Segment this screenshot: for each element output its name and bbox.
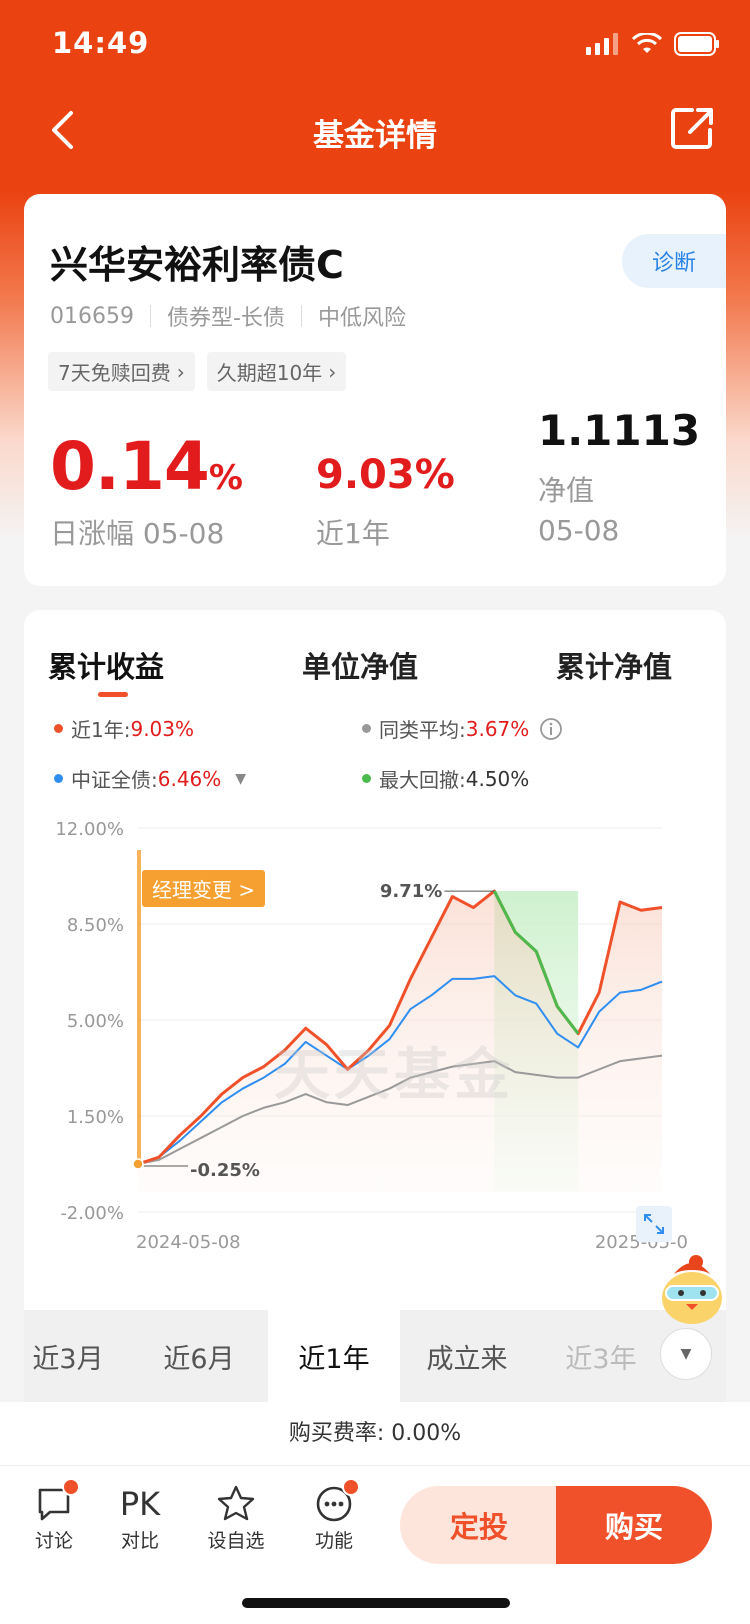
wifi-icon bbox=[632, 33, 662, 53]
fund-name: 兴华安裕利率债C bbox=[50, 243, 344, 287]
nav-bar: 基金详情 bbox=[0, 90, 750, 180]
y-tick-label: 12.00% bbox=[55, 820, 124, 840]
discuss-label: 讨论 bbox=[34, 1530, 73, 1552]
caret-down-icon: ▼ bbox=[235, 770, 247, 787]
compare-label: 对比 bbox=[120, 1530, 159, 1552]
fund-info-card: 兴华安裕利率债C 诊断 016659 债券型-长债 中低风险 7天免赎回费 › 久… bbox=[24, 194, 726, 586]
manager-change-button[interactable]: 经理变更 > bbox=[142, 870, 266, 907]
chevron-right-icon: › bbox=[176, 359, 185, 384]
start-value-label: -0.25% bbox=[190, 1160, 260, 1181]
range-selector: 近3月 近6月 近1年 成立来 近3年 bbox=[24, 1310, 726, 1402]
watchlist-label: 设自选 bbox=[207, 1530, 265, 1552]
tab-unit-nav[interactable]: 单位净值 bbox=[302, 644, 418, 686]
x-tick-label: 2024-05-08 bbox=[136, 1232, 241, 1253]
legend-value: 9.03% bbox=[130, 716, 195, 741]
purchase-fee: 购买费率: 0.00% bbox=[0, 1402, 750, 1466]
y-tick-label: 5.00% bbox=[67, 1011, 124, 1032]
tag-duration[interactable]: 久期超10年 › bbox=[206, 352, 347, 391]
auto-invest-button[interactable]: 定投 bbox=[400, 1486, 558, 1564]
signal-icon bbox=[586, 33, 618, 55]
y-tick-label: 1.50% bbox=[67, 1107, 124, 1128]
discuss-button[interactable]: 讨论 bbox=[14, 1478, 94, 1553]
system-icons bbox=[586, 32, 720, 56]
legend-dot bbox=[54, 724, 63, 733]
status-time: 14:49 bbox=[52, 26, 150, 60]
fullscreen-button[interactable] bbox=[636, 1206, 672, 1242]
nav-value: 1.1113 bbox=[538, 406, 701, 455]
legend-year: 近1年: 9.03% bbox=[54, 714, 194, 743]
fund-code: 016659 bbox=[50, 303, 134, 329]
y-tick-label: 8.50% bbox=[67, 915, 124, 936]
info-icon[interactable] bbox=[539, 717, 563, 741]
legend-dot bbox=[54, 774, 63, 783]
legend-label: 同类平均: bbox=[379, 718, 466, 742]
watermark: 天天基金 bbox=[274, 1042, 514, 1108]
tag-redemption-fee[interactable]: 7天免赎回费 › bbox=[48, 352, 195, 391]
legend-value: 3.67% bbox=[465, 716, 530, 741]
year-return-value: 9.03% bbox=[316, 452, 455, 498]
legend-dot bbox=[362, 724, 371, 733]
legend-max-drawdown: 最大回撤: 4.50% bbox=[362, 764, 529, 793]
legend-value: 4.50% bbox=[465, 766, 530, 791]
range-since-inception[interactable]: 成立来 bbox=[402, 1310, 532, 1402]
functions-button[interactable]: 功能 bbox=[294, 1478, 374, 1553]
legend-peer-average: 同类平均: 3.67% bbox=[362, 714, 563, 743]
share-button[interactable] bbox=[668, 104, 716, 152]
share-icon bbox=[671, 108, 713, 149]
tab-cumulative-return[interactable]: 累计收益 bbox=[48, 644, 164, 686]
tag-label: 久期超10年 bbox=[216, 361, 323, 385]
buy-button[interactable]: 购买 bbox=[556, 1486, 712, 1564]
tab-cumulative-nav[interactable]: 累计净值 bbox=[556, 644, 672, 686]
functions-label: 功能 bbox=[314, 1530, 353, 1552]
daily-change-label: 日涨幅 05-08 bbox=[50, 517, 225, 550]
notification-badge bbox=[342, 1478, 360, 1496]
legend-label: 中证全债: bbox=[71, 768, 158, 792]
compare-button[interactable]: PK 对比 bbox=[100, 1482, 180, 1553]
divider bbox=[149, 305, 151, 327]
home-indicator bbox=[242, 1598, 510, 1608]
chevron-right-icon: › bbox=[328, 359, 337, 384]
fund-category: 债券型-长债 bbox=[166, 306, 285, 331]
legend-label: 最大回撤: bbox=[379, 768, 466, 792]
daily-change-unit: % bbox=[208, 458, 243, 498]
daily-change-value: 0.14% bbox=[50, 428, 243, 505]
peak-value-label: 9.71% bbox=[380, 881, 442, 902]
caret-down-icon: ▼ bbox=[680, 1346, 692, 1362]
tag-label: 7天免赎回费 bbox=[58, 361, 171, 385]
diagnose-button[interactable]: 诊断 bbox=[622, 234, 726, 288]
y-tick-label: -2.00% bbox=[60, 1203, 124, 1224]
nav-date: 05-08 bbox=[538, 514, 620, 547]
range-3m[interactable]: 近3月 bbox=[24, 1310, 132, 1402]
fund-meta: 016659 债券型-长债 中低风险 bbox=[50, 300, 406, 332]
divider bbox=[300, 305, 302, 327]
active-tab-indicator bbox=[98, 692, 128, 697]
legend-label: 近1年: bbox=[71, 718, 131, 742]
range-6m[interactable]: 近6月 bbox=[134, 1310, 264, 1402]
watchlist-button[interactable]: 设自选 bbox=[196, 1482, 276, 1553]
range-3y[interactable]: 近3年 bbox=[536, 1310, 666, 1402]
pk-icon: PK bbox=[119, 1485, 161, 1523]
range-1y[interactable]: 近1年 bbox=[268, 1310, 400, 1402]
fund-risk: 中低风险 bbox=[317, 306, 406, 331]
more-ranges-button[interactable]: ▼ bbox=[660, 1328, 712, 1380]
nav-label: 净值 bbox=[538, 474, 595, 507]
page-title: 基金详情 bbox=[313, 118, 437, 154]
legend-value: 6.46% bbox=[157, 766, 222, 791]
legend-benchmark[interactable]: 中证全债: 6.46% ▼ bbox=[54, 764, 246, 793]
fund-tags: 7天免赎回费 › 久期超10年 › bbox=[48, 352, 347, 391]
expand-icon bbox=[644, 1214, 664, 1234]
notification-badge bbox=[62, 1478, 80, 1496]
year-return-label: 近1年 bbox=[316, 517, 390, 550]
chart-card: 累计收益 单位净值 累计净值 近1年: 9.03% 同类平均: 3.67% 中证全债… bbox=[24, 610, 726, 1400]
manager-change-line bbox=[137, 850, 141, 1164]
star-icon bbox=[217, 1485, 255, 1521]
daily-change-number: 0.14 bbox=[50, 428, 210, 505]
mascot-icon[interactable] bbox=[652, 1250, 732, 1330]
status-bar: 14:49 bbox=[0, 0, 750, 90]
start-marker bbox=[132, 1158, 144, 1170]
battery-icon bbox=[674, 32, 719, 56]
legend-dot bbox=[362, 774, 371, 783]
